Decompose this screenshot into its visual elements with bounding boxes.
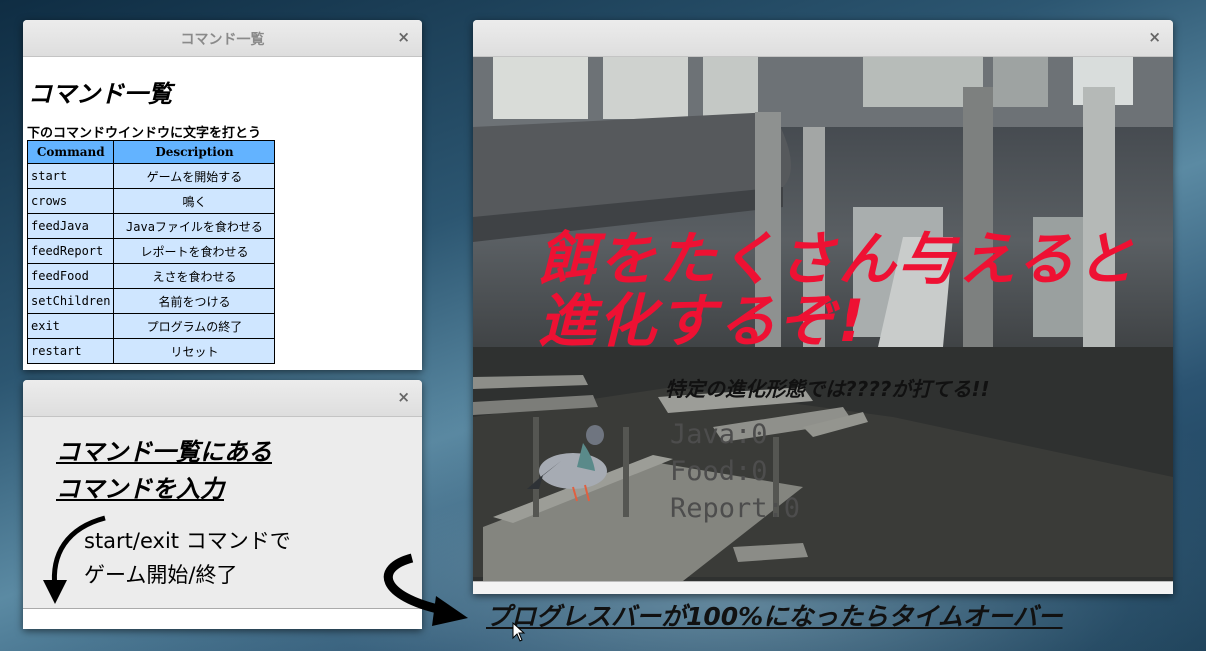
command-cell: setChildren	[26, 288, 115, 314]
description-cell: Javaファイルを食わせる	[113, 213, 276, 239]
evolution-message-line-2: 進化するぞ!	[538, 287, 867, 355]
command-list-window: コマンド一覧 × コマンド一覧 下のコマンドウインドウに文字を打とう Comma…	[23, 20, 422, 370]
description-cell: ゲームを開始する	[113, 163, 276, 189]
timeout-note: プログレスバーが100%になったらタイムオーバー	[486, 602, 1063, 631]
table-row: setChildren 名前をつける	[26, 288, 276, 314]
description-cell: レポートを食わせる	[113, 238, 276, 264]
command-table: Command Description start ゲームを開始する crows 鳴…	[26, 140, 276, 364]
command-cell: start	[26, 163, 115, 189]
table-row: feedReport レポートを食わせる	[26, 238, 276, 264]
java-count: Java:0	[670, 419, 768, 450]
table-row: feedFood えさを食わせる	[26, 263, 276, 289]
description-cell: リセット	[113, 338, 276, 364]
hint-line-1: start/exit コマンドで	[84, 529, 291, 553]
command-cell: feedJava	[26, 213, 115, 239]
table-row: restart リセット	[26, 338, 276, 364]
curved-arrow-icon	[383, 553, 468, 626]
input-window-titlebar[interactable]: ×	[23, 380, 422, 417]
command-list-subtitle: 下のコマンドウインドウに文字を打とう	[27, 126, 262, 141]
table-row: start ゲームを開始する	[26, 163, 276, 189]
table-row: exit プログラムの終了	[26, 313, 276, 339]
close-icon[interactable]: ×	[397, 388, 410, 406]
description-cell: 鳴く	[113, 188, 276, 214]
table-row: crows 鳴く	[26, 188, 276, 214]
stats-display: Java:0 Food:0 Report:0	[670, 416, 800, 527]
command-cell: restart	[26, 338, 115, 364]
command-input-field[interactable]	[23, 608, 422, 629]
special-evolution-hint: 特定の進化形態では????が打てる!!	[665, 377, 990, 401]
table-row: feedJava Javaファイルを食わせる	[26, 213, 276, 239]
description-cell: プログラムの終了	[113, 313, 276, 339]
description-cell: 名前をつける	[113, 288, 276, 314]
command-list-heading: コマンド一覧	[28, 80, 172, 108]
mouse-cursor-icon	[512, 622, 526, 642]
start-exit-hint: start/exit コマンドで ゲーム開始/終了	[84, 524, 291, 592]
report-count: Report:0	[670, 493, 801, 524]
input-instruction-heading: コマンド一覧にある コマンドを入力	[56, 434, 272, 508]
game-window-titlebar[interactable]: ×	[473, 20, 1173, 57]
table-header-row: Command Description	[26, 140, 276, 164]
hint-line-2: ゲーム開始/終了	[84, 563, 238, 587]
heading-line-2: コマンドを入力	[56, 475, 224, 503]
command-window-titlebar[interactable]: コマンド一覧 ×	[23, 20, 422, 57]
evolution-message-line-1: 餌をたくさん与えると	[538, 225, 1137, 293]
time-progress-bar	[473, 581, 1173, 594]
command-cell: exit	[26, 313, 115, 339]
command-cell: feedFood	[26, 263, 115, 289]
command-input-window: × コマンド一覧にある コマンドを入力 start/exit コマンドで ゲーム…	[23, 380, 422, 629]
heading-line-1: コマンド一覧にある	[56, 438, 272, 466]
command-window-title: コマンド一覧	[180, 32, 265, 48]
command-cell: feedReport	[26, 238, 115, 264]
description-cell: えさを食わせる	[113, 263, 276, 289]
column-header-description: Description	[113, 140, 276, 164]
close-icon[interactable]: ×	[397, 28, 410, 46]
evolution-message: 餌をたくさん与えると 進化するぞ!	[538, 228, 1158, 352]
close-icon[interactable]: ×	[1148, 28, 1161, 46]
column-header-command: Command	[26, 140, 115, 164]
food-count: Food:0	[670, 456, 768, 487]
command-cell: crows	[26, 188, 115, 214]
